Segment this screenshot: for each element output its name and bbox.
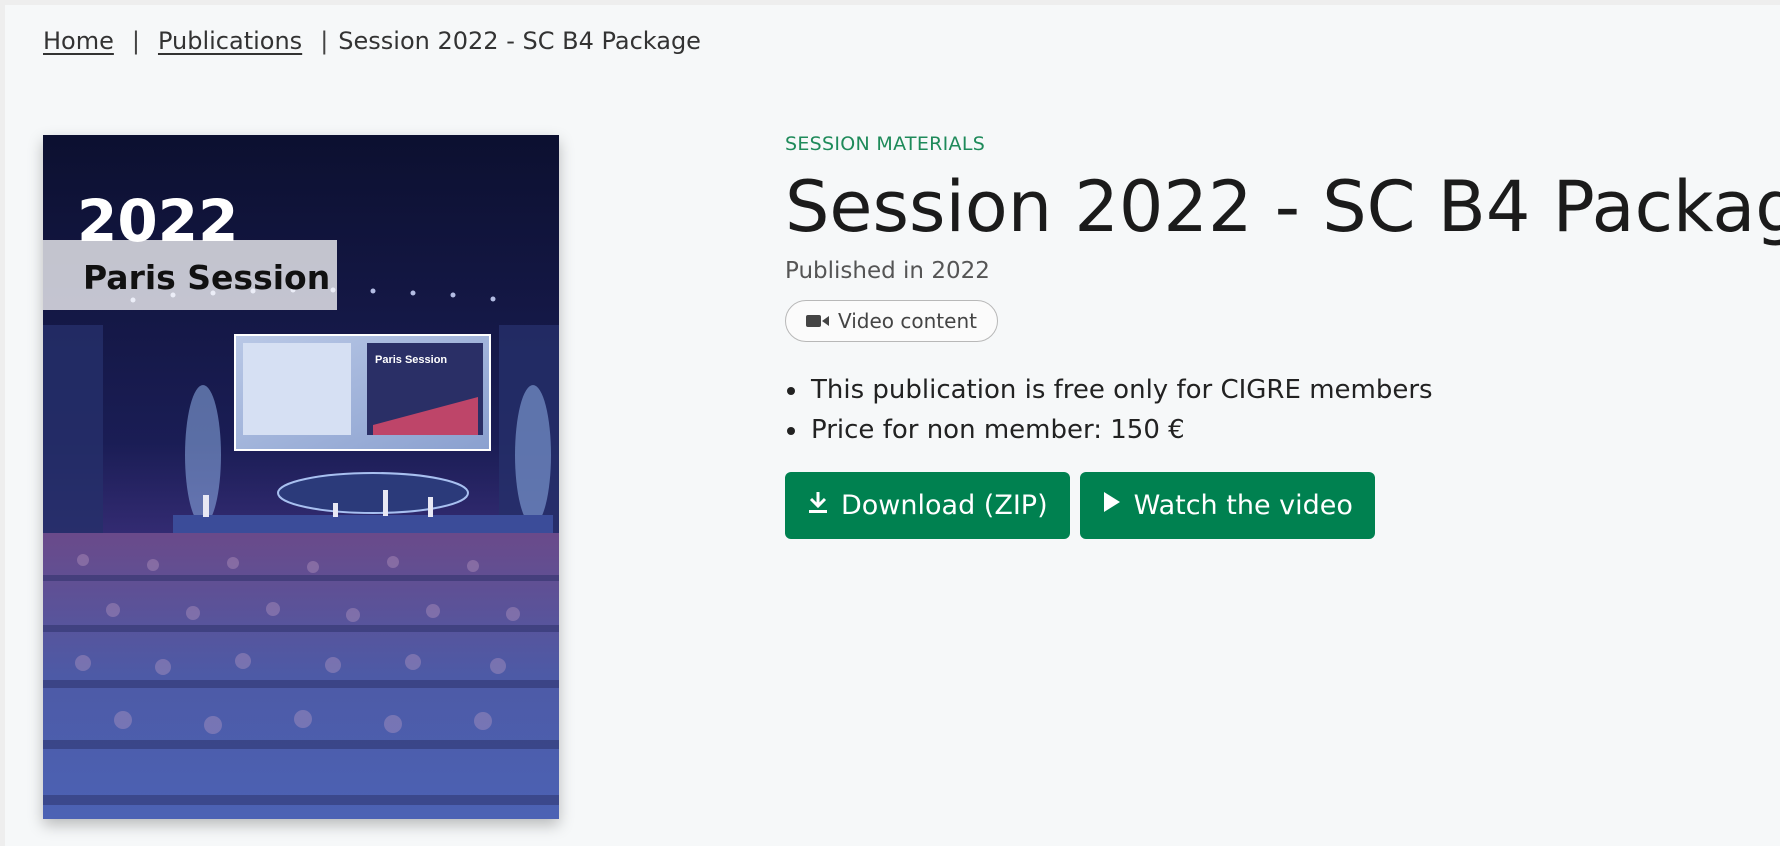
breadcrumb-publications-link[interactable]: Publications [158, 27, 302, 55]
publication-category: SESSION MATERIALS [785, 133, 986, 155]
list-item: Price for non member: 150 € [809, 410, 1765, 450]
download-zip-button[interactable]: Download (ZIP) [785, 472, 1070, 539]
breadcrumb: Home | Publications | Session 2022 - SC … [43, 27, 701, 55]
watch-video-button[interactable]: Watch the video [1079, 472, 1375, 539]
page: Home | Publications | Session 2022 - SC … [5, 5, 1780, 846]
breadcrumb-separator: | [320, 27, 329, 55]
list-item: This publication is free only for CIGRE … [809, 370, 1765, 410]
badge-label: Video content [838, 309, 977, 333]
download-icon [807, 490, 829, 521]
breadcrumb-home-link[interactable]: Home [43, 27, 114, 55]
watch-button-label: Watch the video [1133, 490, 1353, 521]
published-date: Published in 2022 [785, 258, 990, 284]
play-icon [1102, 490, 1122, 521]
cover-session-label: Paris Session [83, 258, 330, 297]
video-content-badge: Video content [785, 300, 998, 342]
publication-cover-image: Paris Session 2022 Paris Session [43, 135, 559, 819]
action-buttons: Download (ZIP) Watch the video [785, 472, 1765, 539]
publication-details: SESSION MATERIALS Session 2022 - SC B4 P… [785, 133, 1780, 539]
breadcrumb-current: Session 2022 - SC B4 Package [338, 27, 701, 55]
publication-info-list: This publication is free only for CIGRE … [785, 370, 1765, 450]
breadcrumb-separator: | [131, 27, 140, 55]
download-button-label: Download (ZIP) [841, 490, 1048, 521]
cover-screen-text: Paris Session [375, 354, 447, 366]
page-title: Session 2022 - SC B4 Package [785, 166, 1780, 248]
video-camera-icon [806, 313, 830, 329]
